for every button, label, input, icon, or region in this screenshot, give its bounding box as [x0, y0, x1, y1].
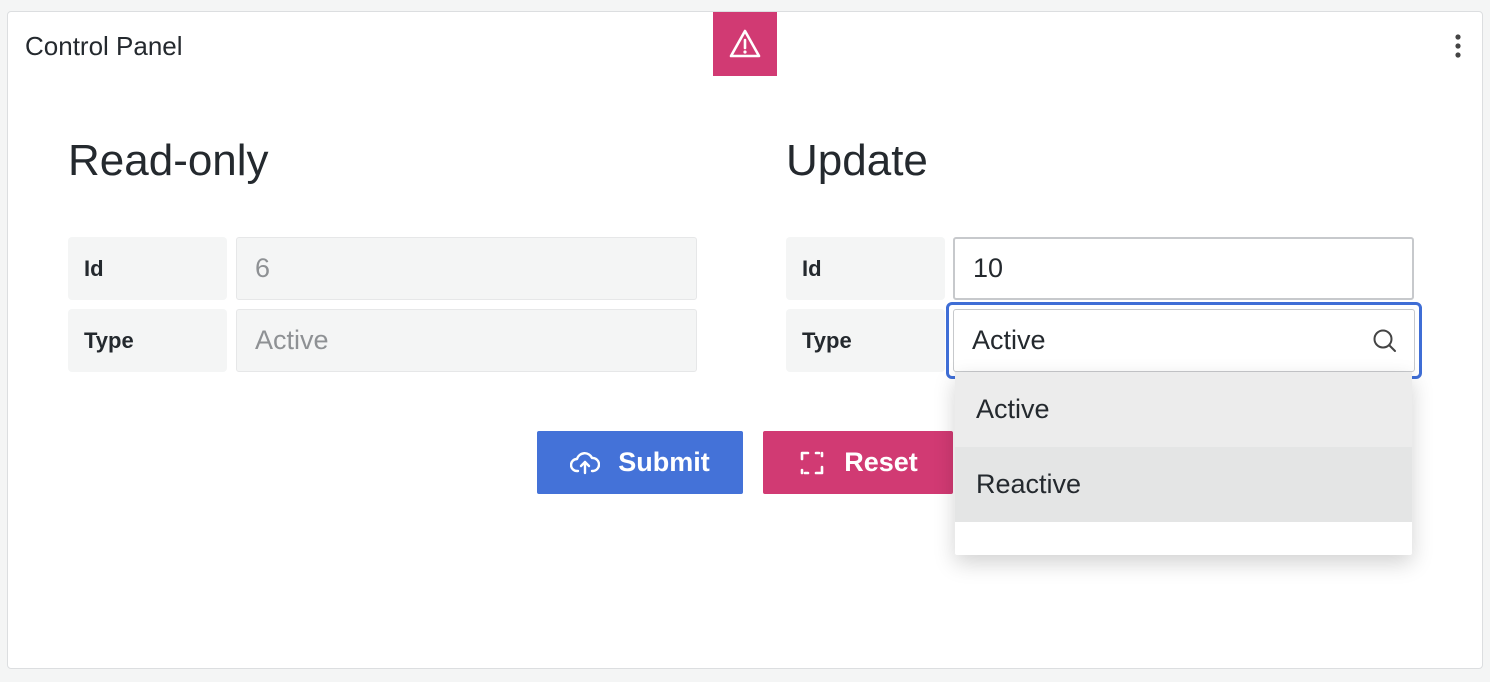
panel-alert-button[interactable] [713, 12, 777, 76]
readonly-section-title: Read-only [68, 136, 269, 185]
submit-button[interactable]: Submit [537, 431, 743, 494]
search-icon[interactable] [1372, 328, 1398, 354]
dropdown-option-reactive[interactable]: Reactive [955, 447, 1412, 522]
update-id-input[interactable]: 10 [953, 237, 1414, 300]
update-type-label: Type [786, 309, 945, 372]
type-dropdown-menu: Active Reactive [955, 372, 1412, 555]
sync-icon [800, 451, 824, 474]
type-select-value: Active [972, 325, 1046, 355]
dropdown-option-active[interactable]: Active [955, 372, 1412, 447]
submit-label: Submit [618, 447, 710, 477]
readonly-id-label: Id [68, 237, 227, 300]
warning-triangle-icon [729, 29, 761, 58]
readonly-id-field: 6 [236, 237, 697, 300]
update-section-title: Update [786, 136, 928, 185]
readonly-type-label: Type [68, 309, 227, 372]
update-id-label: Id [786, 237, 945, 300]
readonly-type-field: Active [236, 309, 697, 372]
vertical-ellipsis-icon [1455, 34, 1461, 58]
panel-menu-button[interactable] [1444, 28, 1472, 64]
reset-button[interactable]: Reset [763, 431, 953, 494]
reset-label: Reset [844, 447, 918, 477]
update-type-select[interactable]: Active [953, 309, 1415, 372]
cloud-upload-icon [570, 451, 601, 474]
panel-title: Control Panel [25, 31, 183, 61]
